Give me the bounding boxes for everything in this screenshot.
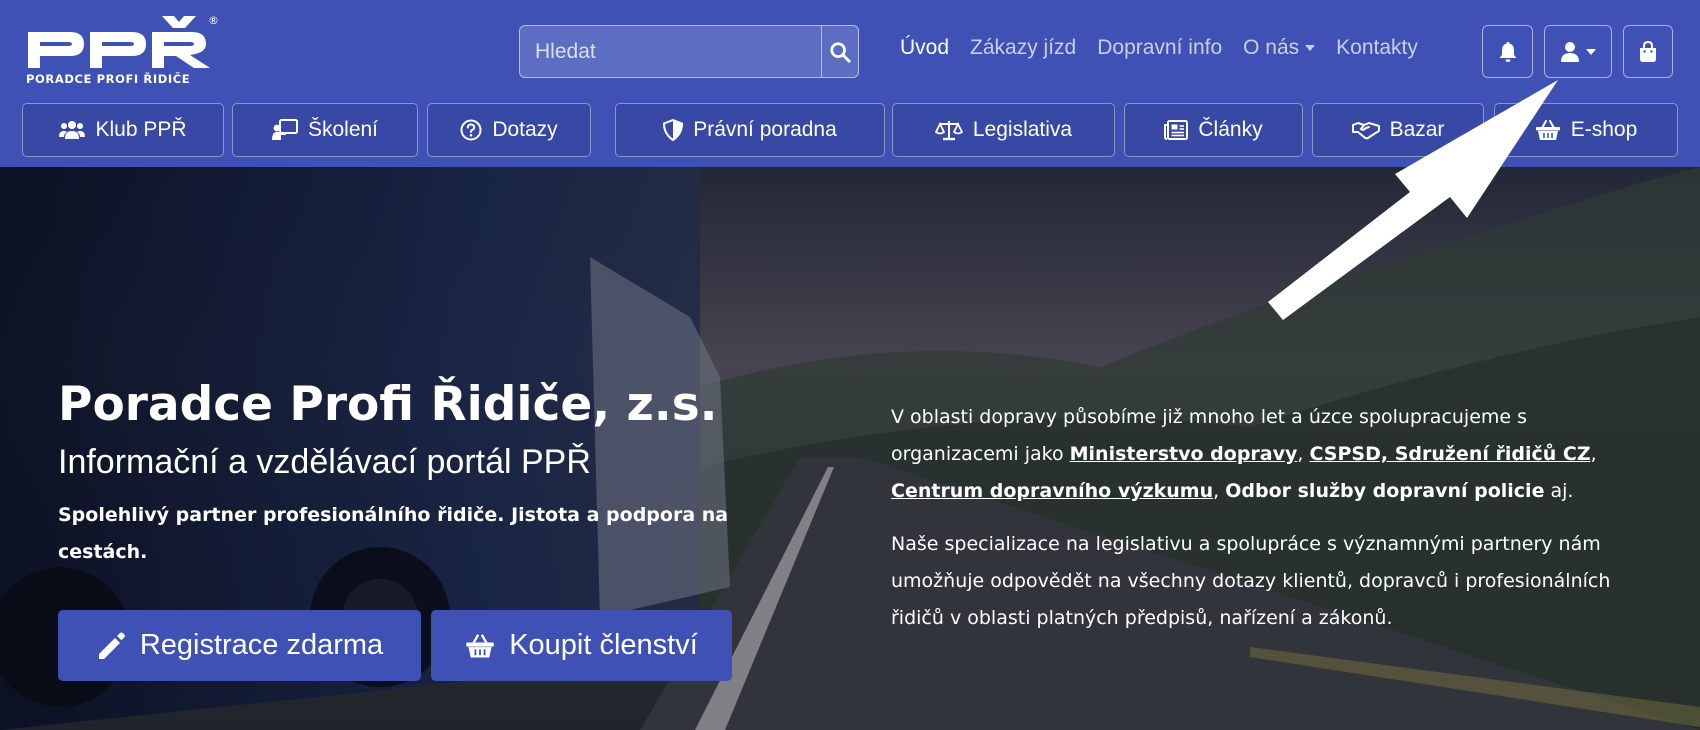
teacher-icon bbox=[271, 119, 298, 140]
hero-subtitle: Informační a vzdělávací portál PPŘ bbox=[58, 443, 591, 481]
shield-icon bbox=[663, 119, 684, 141]
bell-icon bbox=[1499, 41, 1516, 62]
buy-membership-button[interactable]: Koupit členství bbox=[431, 610, 732, 681]
nav-klub-ppr[interactable]: Klub PPŘ bbox=[22, 103, 224, 157]
scales-icon bbox=[934, 121, 963, 141]
users-icon bbox=[59, 121, 86, 139]
hero-paragraph-specialization: Naše specializace na legislativu a spolu… bbox=[891, 533, 1611, 629]
cart-button[interactable] bbox=[1623, 25, 1673, 78]
topnav-o-nas[interactable]: O nás bbox=[1243, 36, 1316, 60]
nav-legislativa[interactable]: Legislativa bbox=[892, 103, 1115, 157]
topnav-dopravni-info[interactable]: Dopravní info bbox=[1097, 36, 1222, 60]
topnav-uvod[interactable]: Úvod bbox=[900, 36, 949, 60]
nav-skoleni[interactable]: Školení bbox=[232, 103, 418, 157]
ppr-logo-mark: ® bbox=[28, 14, 219, 68]
basket-icon bbox=[466, 633, 495, 658]
link-ministerstvo-dopravy[interactable]: Ministerstvo dopravy bbox=[1070, 443, 1298, 465]
register-free-button[interactable]: Registrace zdarma bbox=[58, 610, 421, 681]
search-icon bbox=[830, 41, 851, 63]
handshake-icon bbox=[1351, 122, 1380, 140]
user-icon bbox=[1561, 41, 1579, 62]
link-cspsd[interactable]: CSPSD, Sdružení řidičů CZ bbox=[1310, 443, 1591, 465]
newspaper-icon bbox=[1164, 120, 1189, 140]
site-header: ® PORADCE PROFI ŘIDIČE Úvod Zákazy jízd … bbox=[0, 0, 1700, 167]
user-menu-button[interactable] bbox=[1544, 25, 1612, 78]
odbor-dopravni-policie: Odbor služby dopravní policie bbox=[1225, 480, 1545, 502]
link-centrum-dopravniho-vyzkumu[interactable]: Centrum dopravního výzkumu bbox=[891, 480, 1213, 502]
pencil-icon bbox=[98, 631, 125, 659]
notifications-button[interactable] bbox=[1482, 25, 1533, 78]
logo-tagline: PORADCE PROFI ŘIDIČE bbox=[26, 72, 191, 86]
nav-dotazy[interactable]: Dotazy bbox=[427, 103, 591, 157]
nav-e-shop[interactable]: E-shop bbox=[1494, 103, 1678, 157]
hero-title: Poradce Profi Řidiče, z.s. bbox=[58, 377, 718, 432]
hero-paragraph-partners: V oblasti dopravy působíme již mnoho let… bbox=[891, 406, 1597, 502]
svg-text:®: ® bbox=[208, 14, 219, 27]
nav-bazar[interactable]: Bazar bbox=[1312, 103, 1484, 157]
chevron-down-icon bbox=[1305, 45, 1316, 51]
topnav-zakazy-jizd[interactable]: Zákazy jízd bbox=[970, 36, 1076, 60]
hero-description: V oblasti dopravy působíme již mnoho let… bbox=[891, 399, 1631, 653]
topnav-kontakty[interactable]: Kontakty bbox=[1336, 36, 1418, 60]
nav-pravni-poradna[interactable]: Právní poradna bbox=[615, 103, 885, 157]
shopping-bag-icon bbox=[1640, 40, 1656, 62]
search-bar bbox=[519, 25, 859, 78]
hero-tagline: Spolehlivý partner profesionálního řidič… bbox=[58, 504, 729, 563]
chevron-down-icon bbox=[1586, 48, 1596, 55]
question-circle-icon bbox=[460, 119, 482, 141]
search-input[interactable] bbox=[520, 26, 821, 77]
site-logo[interactable]: ® PORADCE PROFI ŘIDIČE bbox=[26, 14, 226, 90]
hero-section: Poradce Profi Řidiče, z.s. Informační a … bbox=[0, 167, 1700, 730]
basket-icon bbox=[1535, 120, 1560, 140]
search-button[interactable] bbox=[821, 26, 858, 77]
nav-clanky[interactable]: Články bbox=[1124, 103, 1303, 157]
top-navigation: Úvod Zákazy jízd Dopravní info O nás Kon… bbox=[900, 36, 1418, 60]
